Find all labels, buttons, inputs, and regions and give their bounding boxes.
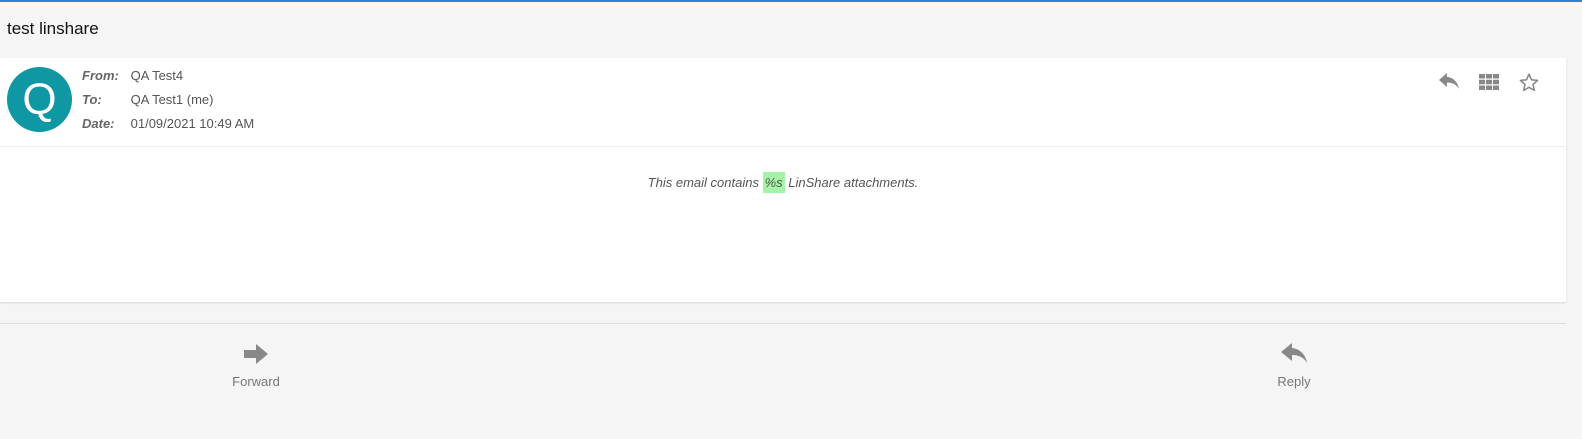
reply-label: Reply xyxy=(1277,374,1311,389)
body-text-before: This email contains xyxy=(647,175,763,190)
date-row: Date: 01/09/2021 10:49 AM xyxy=(82,115,254,133)
grid-icon[interactable] xyxy=(1477,70,1501,94)
forward-button[interactable]: Forward xyxy=(216,343,296,389)
from-value[interactable]: QA Test4 xyxy=(131,68,184,83)
from-row: From: QA Test4 xyxy=(82,67,183,85)
top-accent-line xyxy=(0,0,1582,2)
email-subject: test linshare xyxy=(7,19,99,38)
highlighted-placeholder: %s xyxy=(762,172,785,193)
date-label: Date: xyxy=(82,116,115,131)
to-label: To: xyxy=(82,92,102,107)
body-text-after: LinShare attachments. xyxy=(784,175,919,190)
sender-avatar[interactable]: Q xyxy=(7,67,72,132)
header-divider xyxy=(0,146,1566,147)
to-row: To: QA Test1 (me) xyxy=(82,91,213,109)
forward-icon xyxy=(243,344,269,369)
to-value[interactable]: QA Test1 (me) xyxy=(131,92,214,107)
reply-footer-icon xyxy=(1280,343,1308,369)
email-body: This email contains %s LinShare attachme… xyxy=(0,172,1566,193)
reply-icon[interactable] xyxy=(1437,70,1461,94)
footer-divider xyxy=(0,323,1566,324)
star-outline-icon[interactable] xyxy=(1517,70,1541,94)
date-value: 01/09/2021 10:49 AM xyxy=(130,116,255,131)
forward-label: Forward xyxy=(232,374,280,389)
reply-button[interactable]: Reply xyxy=(1254,343,1334,389)
from-label: From: xyxy=(82,68,119,83)
message-card: Q From: QA Test4 To: QA Test1 (me) Date:… xyxy=(0,58,1566,302)
